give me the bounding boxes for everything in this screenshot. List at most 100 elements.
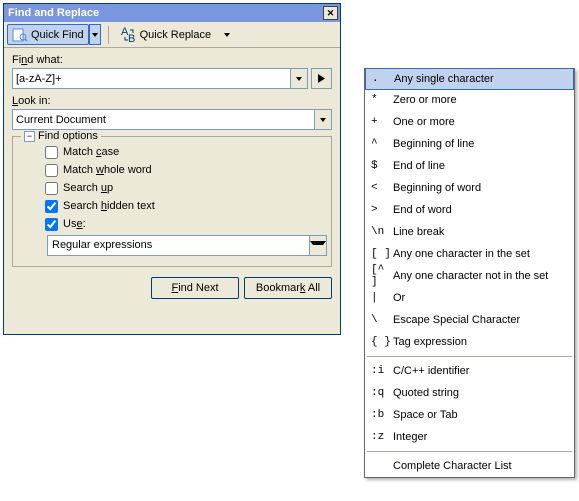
- quick-find-dropdown[interactable]: [89, 24, 101, 45]
- chevron-down-icon: [310, 241, 326, 251]
- look-in-combo[interactable]: [12, 109, 332, 130]
- menu-complete-list[interactable]: Complete Character List: [365, 455, 574, 477]
- menu-separator: [367, 451, 572, 452]
- svg-text:B: B: [128, 33, 135, 43]
- menu-item[interactable]: \nLine break: [365, 221, 574, 243]
- menu-symbol: \: [371, 314, 393, 326]
- menu-label: End of line: [393, 160, 445, 172]
- menu-item[interactable]: |Or: [365, 287, 574, 309]
- quick-replace-button[interactable]: AB Quick Replace: [116, 24, 217, 45]
- menu-item[interactable]: :qQuoted string: [365, 382, 574, 404]
- menu-symbol: { }: [371, 336, 393, 348]
- menu-item[interactable]: .Any single character: [365, 68, 574, 90]
- quick-find-label: Quick Find: [31, 29, 84, 41]
- match-case-checkbox[interactable]: [45, 146, 58, 159]
- match-case-label: Match case: [63, 146, 119, 158]
- menu-label: Any one character in the set: [393, 248, 530, 260]
- menu-item[interactable]: ^Beginning of line: [365, 133, 574, 155]
- menu-symbol: :q: [371, 387, 393, 399]
- menu-item[interactable]: :zInteger: [365, 426, 574, 448]
- find-options-legend: − Find options: [21, 130, 101, 142]
- search-hidden-checkbox[interactable]: [45, 200, 58, 213]
- menu-label: Any one character not in the set: [393, 270, 548, 282]
- search-up-checkbox[interactable]: [45, 182, 58, 195]
- menu-symbol: ^: [371, 138, 393, 150]
- look-in-label: Look in:: [12, 95, 332, 107]
- menu-symbol: <: [371, 182, 393, 194]
- chevron-down-icon: [92, 33, 98, 37]
- find-what-combo[interactable]: [12, 68, 308, 89]
- menu-label: Zero or more: [393, 94, 457, 106]
- menu-item[interactable]: { }Tag expression: [365, 331, 574, 353]
- menu-label: Or: [393, 292, 405, 304]
- search-up-label: Search up: [63, 182, 113, 194]
- menu-symbol: \n: [371, 226, 393, 238]
- quick-replace-icon: AB: [121, 27, 137, 43]
- use-type-dropdown[interactable]: [309, 236, 326, 255]
- bookmark-all-button[interactable]: Bookmark All: [244, 277, 332, 299]
- menu-symbol: *: [371, 94, 393, 106]
- menu-symbol: $: [371, 160, 393, 172]
- menu-label: Beginning of word: [393, 182, 481, 194]
- expression-builder-button[interactable]: [311, 68, 332, 89]
- menu-label: Line break: [393, 226, 444, 238]
- menu-label: One or more: [393, 116, 455, 128]
- menu-symbol: |: [371, 292, 393, 304]
- menu-symbol: [ ]: [371, 248, 393, 260]
- menu-label: Any single character: [394, 73, 494, 85]
- menu-label: Escape Special Character: [393, 314, 520, 326]
- menu-symbol: :i: [371, 365, 393, 377]
- use-type-combo[interactable]: Regular expressions: [47, 235, 327, 256]
- close-icon[interactable]: ✕: [323, 6, 338, 20]
- find-what-label: Find what:: [12, 54, 332, 66]
- menu-label: Beginning of line: [393, 138, 474, 150]
- menu-label: C/C++ identifier: [393, 365, 469, 377]
- quick-replace-label: Quick Replace: [140, 29, 212, 41]
- menu-label: Integer: [393, 431, 427, 443]
- find-what-input[interactable]: [13, 69, 290, 88]
- menu-item[interactable]: :iC/C++ identifier: [365, 360, 574, 382]
- chevron-down-icon: [296, 77, 302, 81]
- menu-label: Tag expression: [393, 336, 467, 348]
- menu-item[interactable]: >End of word: [365, 199, 574, 221]
- use-label: Use:: [63, 218, 86, 230]
- menu-symbol: .: [372, 73, 394, 85]
- play-icon: [317, 74, 326, 83]
- use-checkbox[interactable]: [45, 218, 58, 231]
- menu-item[interactable]: [ ]Any one character in the set: [365, 243, 574, 265]
- find-what-dropdown[interactable]: [290, 69, 307, 88]
- quick-replace-dropdown[interactable]: [220, 25, 232, 44]
- menu-symbol: +: [371, 116, 393, 128]
- menu-symbol: :z: [371, 431, 393, 443]
- menu-item[interactable]: [^ ]Any one character not in the set: [365, 265, 574, 287]
- search-hidden-label: Search hidden text: [63, 200, 155, 212]
- look-in-input[interactable]: [13, 110, 314, 129]
- menu-separator: [367, 356, 572, 357]
- look-in-dropdown[interactable]: [314, 110, 331, 129]
- menu-symbol: >: [371, 204, 393, 216]
- find-next-button[interactable]: Find Next: [151, 277, 239, 299]
- menu-item[interactable]: <Beginning of word: [365, 177, 574, 199]
- menu-item[interactable]: \Escape Special Character: [365, 309, 574, 331]
- menu-symbol: :b: [371, 409, 393, 421]
- find-options-group: − Find options Match case Match whole wo…: [12, 136, 332, 267]
- menu-item[interactable]: $End of line: [365, 155, 574, 177]
- match-whole-checkbox[interactable]: [45, 164, 58, 177]
- menu-symbol: [^ ]: [371, 264, 393, 288]
- quick-find-button[interactable]: Quick Find: [7, 24, 89, 45]
- window-title: Find and Replace: [8, 7, 99, 19]
- menu-item[interactable]: :bSpace or Tab: [365, 404, 574, 426]
- regex-menu: .Any single character*Zero or more+One o…: [364, 68, 575, 478]
- collapse-icon[interactable]: −: [24, 131, 35, 142]
- menu-item[interactable]: +One or more: [365, 111, 574, 133]
- find-replace-dialog: Find and Replace ✕ Quick Find AB Quick R…: [3, 3, 341, 335]
- use-type-value: Regular expressions: [48, 236, 309, 255]
- menu-label: Space or Tab: [393, 409, 458, 421]
- toolbar: Quick Find AB Quick Replace: [4, 22, 340, 48]
- menu-item[interactable]: *Zero or more: [365, 89, 574, 111]
- titlebar[interactable]: Find and Replace ✕: [4, 4, 340, 22]
- match-whole-label: Match whole word: [63, 164, 152, 176]
- chevron-down-icon: [320, 118, 326, 122]
- menu-label: End of word: [393, 204, 452, 216]
- separator: [108, 26, 109, 44]
